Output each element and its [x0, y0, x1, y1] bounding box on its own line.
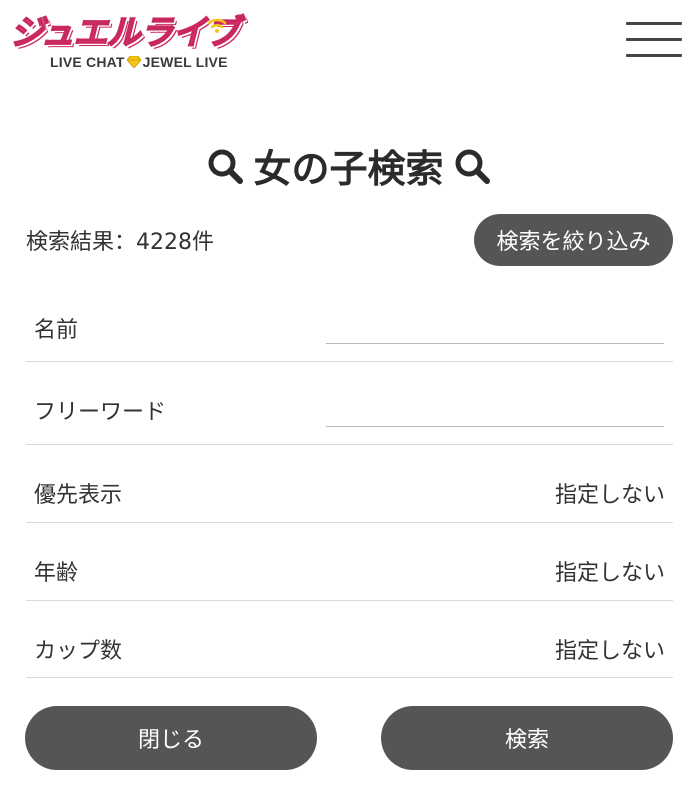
page-title-text: 女の子検索: [253, 147, 444, 191]
logo-subtitle: LIVE CHAT JEWEL LIVE: [50, 54, 228, 70]
freeword-label: フリーワード: [34, 400, 167, 425]
cup-row[interactable]: カップ数 指定しない: [26, 601, 673, 678]
name-label: 名前: [34, 318, 79, 343]
close-button[interactable]: 閉じる: [25, 706, 317, 770]
freeword-row: フリーワード: [26, 362, 673, 445]
name-input[interactable]: [326, 314, 664, 344]
search-icon: [455, 149, 490, 184]
logo-sub-right: JEWEL LIVE: [142, 54, 228, 70]
priority-row[interactable]: 優先表示 指定しない: [26, 445, 673, 523]
search-icon: [208, 149, 244, 184]
logo-main-text: ジュエルライブ: [9, 12, 240, 54]
search-result-count: 検索結果：4228件: [26, 230, 214, 255]
jewel-live-logo[interactable]: ジュエルライブ LIVE CHAT JEWEL LIVE: [8, 12, 240, 74]
wifi-icon: [207, 18, 227, 33]
age-select[interactable]: 指定しない: [555, 555, 665, 587]
freeword-input[interactable]: [326, 397, 664, 427]
app-header: ジュエルライブ LIVE CHAT JEWEL LIVE: [0, 0, 697, 90]
hamburger-menu-icon[interactable]: [626, 16, 682, 62]
logo-sub-left: LIVE CHAT: [50, 54, 125, 70]
diamond-icon: [126, 56, 141, 68]
priority-label: 優先表示: [34, 483, 123, 508]
cup-select[interactable]: 指定しない: [555, 633, 665, 665]
search-button[interactable]: 検索: [381, 706, 673, 770]
refine-search-button[interactable]: 検索を絞り込み: [474, 214, 673, 266]
name-row: 名前: [26, 284, 673, 362]
page-title: 女の子検索: [0, 138, 697, 193]
priority-select[interactable]: 指定しない: [555, 477, 665, 509]
cup-label: カップ数: [34, 639, 123, 664]
age-label: 年齢: [34, 561, 79, 586]
age-row[interactable]: 年齢 指定しない: [26, 523, 673, 601]
